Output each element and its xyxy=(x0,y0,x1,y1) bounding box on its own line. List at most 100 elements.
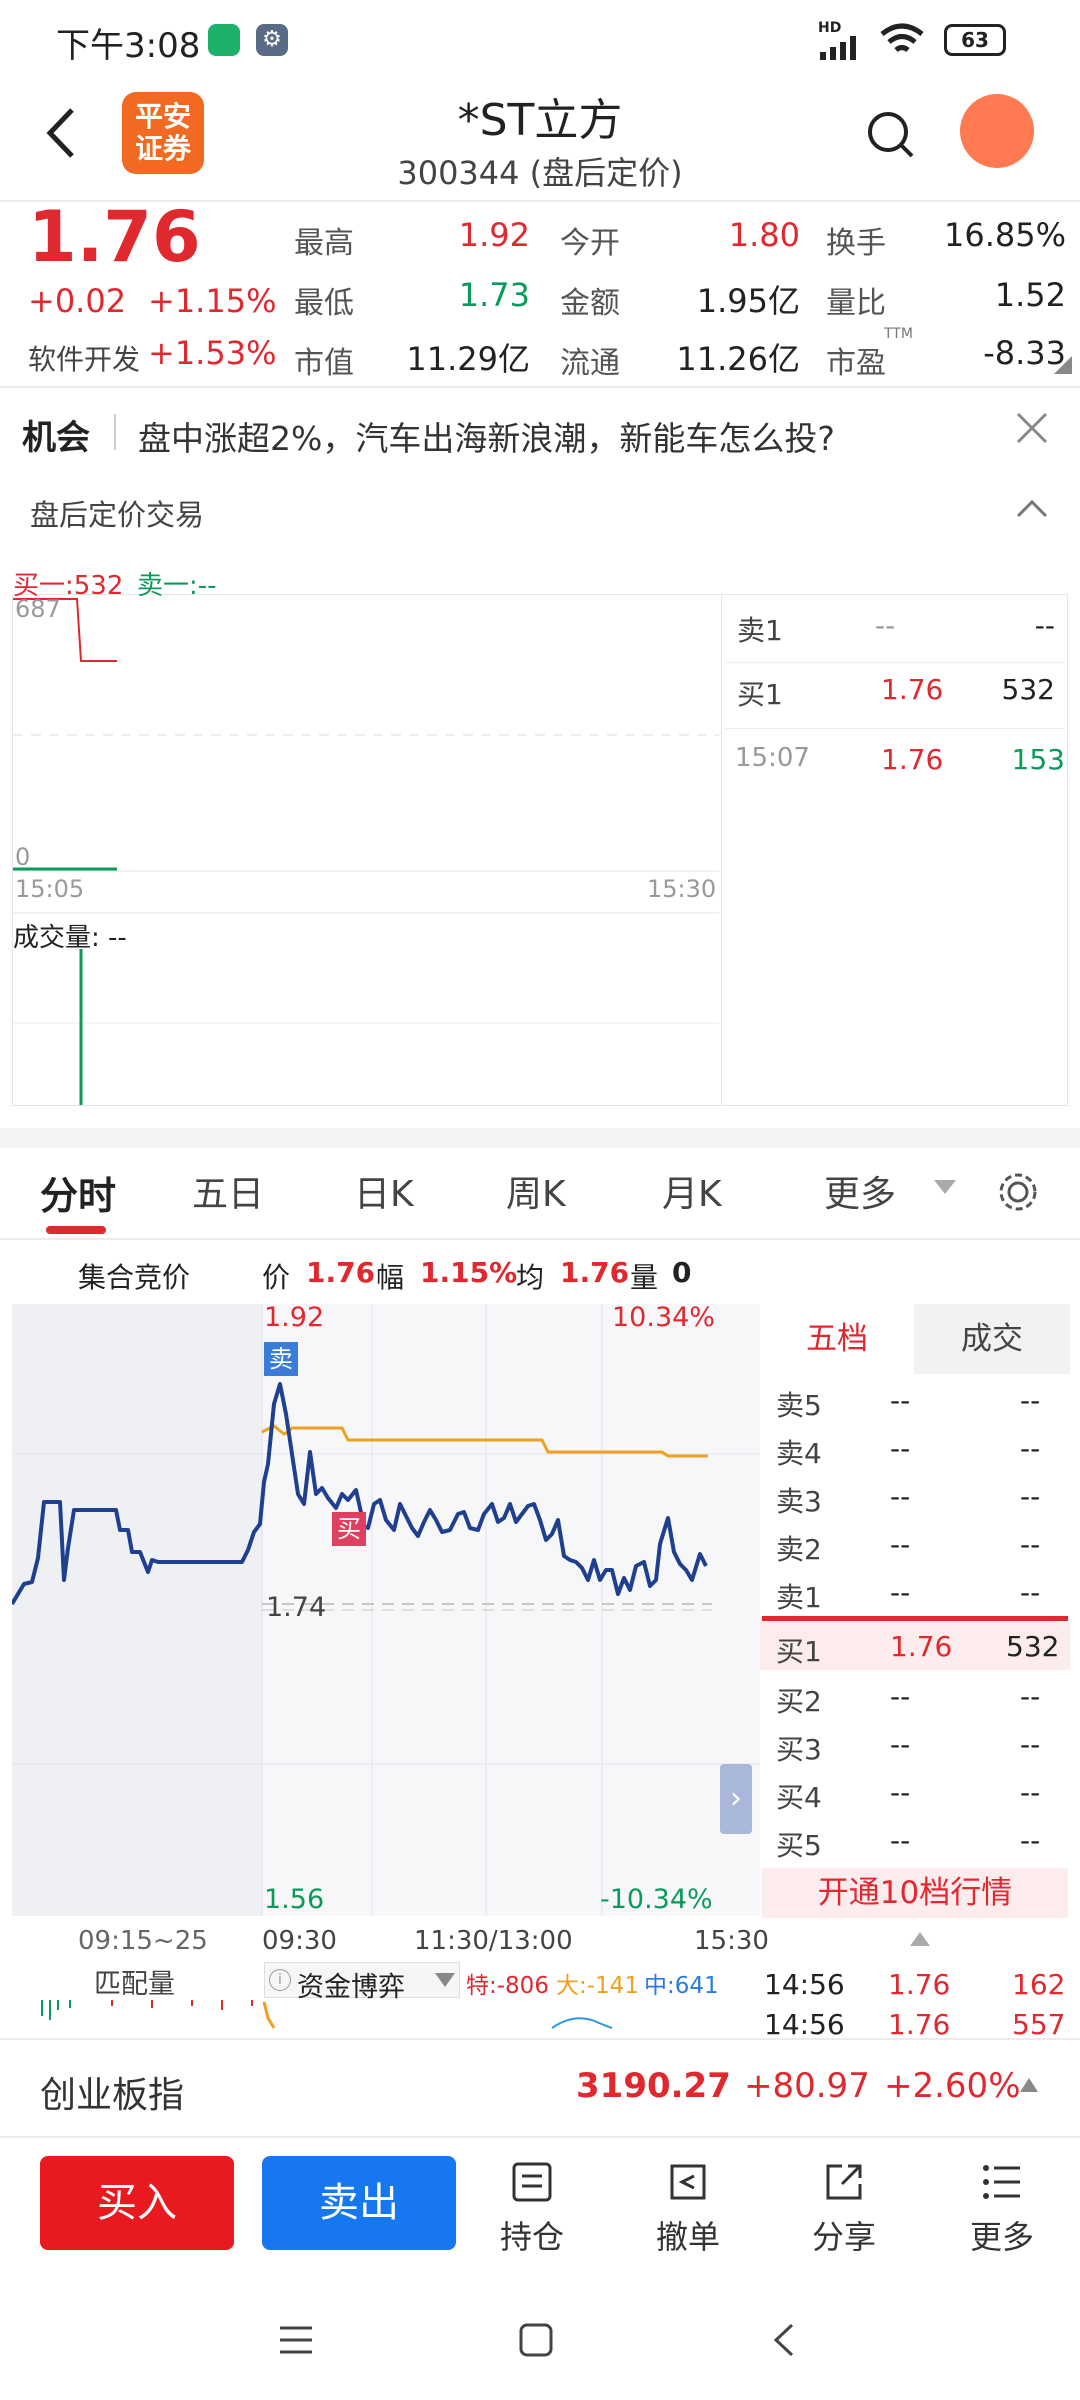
open-value: 1.80 xyxy=(728,216,800,254)
positions-button[interactable]: 持仓 xyxy=(472,2160,592,2258)
share-label: 分享 xyxy=(811,2218,876,2256)
index-pct: +2.60% xyxy=(884,2066,1021,2106)
banner-text: 盘中涨超2%，汽车出海新浪潮，新能车怎么投? xyxy=(138,419,835,458)
tab-intraday[interactable]: 分时 xyxy=(40,1165,116,1220)
ah-volume-label: 成交量: -- xyxy=(13,923,127,953)
index-up-triangle-icon xyxy=(1020,2078,1038,2092)
auction-label: 集合竞价 xyxy=(78,1261,191,1294)
close-icon[interactable] xyxy=(1014,410,1050,446)
sub-match-label: 匹配量 xyxy=(94,1969,175,2000)
expand-panel-button[interactable]: › xyxy=(720,1764,752,1834)
ratio-value: 1.52 xyxy=(994,276,1066,314)
y-high-pct-label: 10.34% xyxy=(612,1302,715,1333)
banner-separator xyxy=(114,414,116,450)
order-book-tab-five[interactable]: 五档 xyxy=(760,1304,914,1374)
scroll-up-triangle-icon[interactable] xyxy=(910,1932,930,1946)
x-label-auction: 09:15~25 xyxy=(78,1926,208,1956)
back-nav-icon[interactable] xyxy=(770,2322,796,2358)
expand-corner-icon[interactable] xyxy=(1054,356,1072,374)
share-icon xyxy=(826,2164,862,2200)
price-change: +0.02 xyxy=(28,282,127,320)
ah-x-end: 15:30 xyxy=(647,875,717,903)
tab-more[interactable]: 更多 xyxy=(824,1165,896,1217)
back-arrow-icon[interactable] xyxy=(44,106,78,160)
info-range-label: 幅 xyxy=(376,1261,405,1294)
search-icon[interactable] xyxy=(866,110,916,160)
stock-title: *ST立方 xyxy=(457,95,623,146)
sub-indicator-panel: 匹配量 i 资金博弈 特:-806 大:-141 中:641 xyxy=(12,1962,760,2038)
order-book-tab-trades[interactable]: 成交 xyxy=(914,1304,1070,1374)
pe-superscript: TTM xyxy=(884,326,913,342)
pe-value: -8.33 xyxy=(983,334,1066,372)
last-price: 1.76 xyxy=(28,196,201,278)
positions-icon xyxy=(512,2162,552,2202)
stock-subtitle: 300344 (盘后定价) xyxy=(397,154,683,192)
ah-price-plot xyxy=(13,598,719,1105)
mcap-value: 11.29亿 xyxy=(406,340,530,378)
info-avg: 1.76 xyxy=(560,1256,630,1289)
sell-button[interactable]: 卖出 xyxy=(262,2156,456,2250)
buy-button[interactable]: 买入 xyxy=(40,2156,234,2250)
recents-icon[interactable] xyxy=(278,2324,314,2356)
ah-x-start: 15:05 xyxy=(15,875,85,903)
sector-label[interactable]: 软件开发 xyxy=(28,338,140,378)
y-low-pct-label: -10.34% xyxy=(600,1884,713,1915)
signal-icon xyxy=(820,36,856,60)
mcap-label: 市值 xyxy=(294,346,354,381)
home-icon[interactable] xyxy=(518,2322,554,2358)
after-hours-header[interactable]: 盘后定价交易 xyxy=(0,480,1080,540)
index-ticker-bar[interactable]: 创业板指 3190.27 +80.97 +2.60% xyxy=(0,2040,1080,2136)
sub-indicator-select[interactable]: i 资金博弈 xyxy=(264,1962,460,2003)
bid-row-1: 买1 1.76 532 xyxy=(760,1622,1070,1670)
shield-icon xyxy=(208,24,240,56)
ask-row-1: 卖1 -- -- xyxy=(776,1576,1041,1614)
tab-daily-k[interactable]: 日K xyxy=(354,1165,414,1217)
system-nav-bar xyxy=(0,2280,1080,2400)
high-label: 最高 xyxy=(294,226,354,261)
tab-active-indicator xyxy=(46,1226,106,1234)
more-button[interactable]: 更多 xyxy=(942,2160,1062,2258)
banner-tag: 机会 xyxy=(22,418,90,458)
settings-gear-icon[interactable] xyxy=(996,1170,1040,1214)
ah-book-sell1: 卖1 -- -- xyxy=(725,603,1065,663)
high-value: 1.92 xyxy=(458,216,530,254)
dropdown-triangle-icon[interactable] xyxy=(934,1180,956,1196)
sector-pct: +1.53% xyxy=(148,334,277,372)
intraday-chart[interactable]: 1.92 10.34% 1.74 1.56 -10.34% 卖 买 › xyxy=(12,1302,760,1916)
x-label-open: 09:30 xyxy=(262,1926,337,1956)
battery-icon: 63 xyxy=(944,24,1006,56)
index-change: +80.97 xyxy=(744,2066,870,2106)
turnover-label: 换手 xyxy=(826,226,886,261)
more-menu-icon xyxy=(983,2165,1020,2199)
gear-icon: ⚙ xyxy=(256,24,288,56)
sub-zhong: 中:641 xyxy=(644,1973,719,1999)
info-vol-label: 量 xyxy=(630,1261,659,1294)
tab-monthly-k[interactable]: 月K xyxy=(662,1165,722,1217)
app-header: 平安 证券 *ST立方 300344 (盘后定价) xyxy=(0,80,1080,200)
tab-five-day[interactable]: 五日 xyxy=(192,1165,264,1217)
collapse-chevron-icon[interactable] xyxy=(1014,494,1050,520)
amount-label: 金额 xyxy=(560,286,620,321)
opportunity-banner[interactable]: 机会 盘中涨超2%，汽车出海新浪潮，新能车怎么投? xyxy=(0,388,1080,478)
after-hours-title: 盘后定价交易 xyxy=(30,498,205,532)
info-range: 1.15% xyxy=(420,1256,518,1289)
cancel-order-button[interactable]: 撤单 xyxy=(628,2160,748,2258)
index-value: 3190.27 xyxy=(576,2066,731,2106)
low-label: 最低 xyxy=(294,286,354,321)
bid-row-2: 买2 -- -- xyxy=(776,1680,1041,1718)
broker-logo[interactable]: 平安 证券 xyxy=(122,92,204,174)
tab-weekly-k[interactable]: 周K xyxy=(506,1165,566,1217)
upgrade-level10-button[interactable]: 开通10档行情 xyxy=(762,1868,1068,1918)
share-button[interactable]: 分享 xyxy=(784,2160,904,2258)
cancel-order-icon xyxy=(670,2164,706,2200)
sell-marker[interactable]: 卖 xyxy=(264,1342,298,1376)
bid-row-3: 买3 -- -- xyxy=(776,1728,1041,1766)
index-name: 创业板指 xyxy=(40,2075,185,2116)
assistant-avatar[interactable] xyxy=(960,94,1034,168)
info-price-label: 价 xyxy=(262,1261,291,1294)
wifi-icon xyxy=(880,23,924,53)
buy-marker[interactable]: 买 xyxy=(332,1512,366,1546)
y-mid-label: 1.74 xyxy=(266,1592,327,1623)
status-time: 下午3:08 xyxy=(56,26,201,66)
more-label: 更多 xyxy=(969,2218,1034,2256)
